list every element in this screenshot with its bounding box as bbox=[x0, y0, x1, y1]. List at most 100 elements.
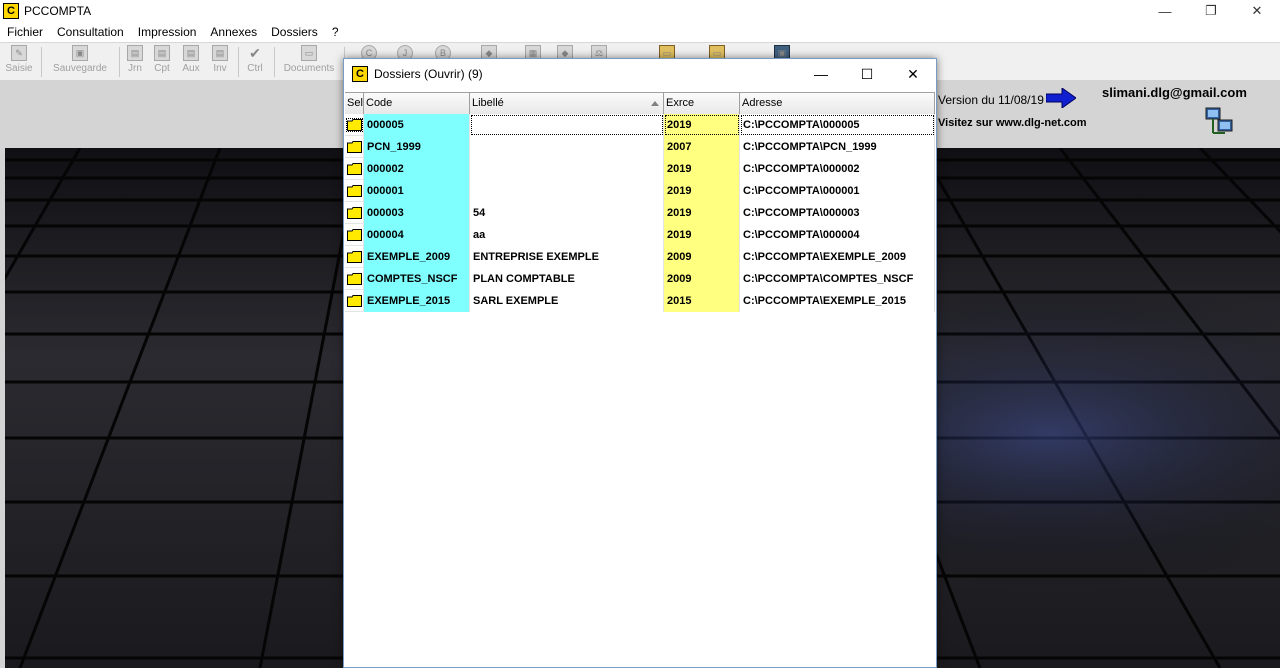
dialog-maximize-button[interactable]: ☐ bbox=[844, 59, 890, 89]
row-libelle bbox=[470, 114, 664, 136]
folder-icon bbox=[347, 141, 362, 153]
dialog-minimize-button[interactable]: — bbox=[798, 59, 844, 89]
row-adresse: C:\PCCOMPTA\COMPTES_NSCF bbox=[740, 268, 935, 290]
main-title-bar: C PCCOMPTA — ❐ ✕ bbox=[0, 0, 1280, 22]
toolbar-aux-label: Aux bbox=[182, 63, 200, 74]
menu-fichier[interactable]: Fichier bbox=[0, 25, 50, 39]
row-adresse: C:\PCCOMPTA\PCN_1999 bbox=[740, 136, 935, 158]
account-icon: ▤ bbox=[154, 45, 170, 61]
col-header-libelle[interactable]: Libellé bbox=[470, 93, 664, 114]
menu-impression[interactable]: Impression bbox=[131, 25, 204, 39]
toolbar-jrn-button[interactable]: ▤ Jrn bbox=[124, 45, 146, 79]
row-select-cell[interactable] bbox=[345, 290, 364, 312]
row-select-cell[interactable] bbox=[345, 246, 364, 268]
auxiliary-icon: ▤ bbox=[183, 45, 199, 61]
col-header-adresse[interactable]: Adresse bbox=[740, 93, 935, 114]
table-row[interactable]: 000003 54 2019 C:\PCCOMPTA\000003 bbox=[345, 202, 935, 224]
row-code: PCN_1999 bbox=[364, 136, 470, 158]
close-button[interactable]: ✕ bbox=[1234, 0, 1280, 22]
toolbar-ctrl-label: Ctrl bbox=[247, 63, 263, 74]
folder-icon bbox=[347, 295, 362, 307]
maximize-button[interactable]: ❐ bbox=[1188, 0, 1234, 22]
row-select-cell[interactable] bbox=[345, 202, 364, 224]
row-exerc: 2019 bbox=[664, 180, 740, 202]
row-libelle bbox=[470, 158, 664, 180]
app-icon: C bbox=[3, 3, 19, 19]
table-row[interactable]: EXEMPLE_2015 SARL EXEMPLE 2015 C:\PCCOMP… bbox=[345, 290, 935, 312]
table-row[interactable]: EXEMPLE_2009 ENTREPRISE EXEMPLE 2009 C:\… bbox=[345, 246, 935, 268]
table-row[interactable]: 000005 2019 C:\PCCOMPTA\000005 bbox=[345, 114, 935, 136]
folder-icon bbox=[347, 207, 362, 219]
row-code: EXEMPLE_2015 bbox=[364, 290, 470, 312]
email-link[interactable]: slimani.dlg@gmail.com bbox=[1102, 85, 1247, 100]
toolbar-cpt-button[interactable]: ▤ Cpt bbox=[151, 45, 173, 79]
menu-annexes[interactable]: Annexes bbox=[203, 25, 264, 39]
toolbar-saisie-button[interactable]: ✎ Saisie bbox=[4, 45, 34, 79]
row-select-cell[interactable] bbox=[345, 268, 364, 290]
menu-dossiers[interactable]: Dossiers bbox=[264, 25, 325, 39]
app-title: PCCOMPTA bbox=[24, 4, 92, 18]
table-row[interactable]: PCN_1999 2007 C:\PCCOMPTA\PCN_1999 bbox=[345, 136, 935, 158]
toolbar-sauvegarde-label: Sauvegarde bbox=[53, 63, 107, 74]
table-row[interactable]: 000002 2019 C:\PCCOMPTA\000002 bbox=[345, 158, 935, 180]
folder-icon bbox=[347, 185, 362, 197]
row-exerc: 2019 bbox=[664, 158, 740, 180]
desktop-left-edge bbox=[0, 148, 5, 668]
toolbar-inv-label: Inv bbox=[213, 63, 227, 74]
toolbar-saisie-label: Saisie bbox=[5, 63, 33, 74]
row-libelle: aa bbox=[470, 224, 664, 246]
check-icon: ✔ bbox=[249, 44, 261, 61]
table-row[interactable]: 000001 2019 C:\PCCOMPTA\000001 bbox=[345, 180, 935, 202]
row-libelle bbox=[470, 136, 664, 158]
network-computers-icon[interactable] bbox=[1204, 106, 1236, 136]
minimize-button[interactable]: — bbox=[1142, 0, 1188, 22]
grid-header: Sel Code Libellé Exrce Adresse bbox=[345, 92, 935, 114]
arrow-right-icon[interactable] bbox=[1046, 88, 1076, 108]
row-select-cell[interactable] bbox=[345, 136, 364, 158]
row-select-cell[interactable] bbox=[345, 114, 364, 136]
menu-bar: Fichier Consultation Impression Annexes … bbox=[0, 22, 1280, 42]
toolbar-documents-button[interactable]: ▭ Documents bbox=[280, 45, 338, 79]
dialog-title-bar: C Dossiers (Ouvrir) (9) — ☐ ✕ bbox=[344, 59, 936, 89]
row-exerc: 2009 bbox=[664, 246, 740, 268]
row-select-cell[interactable] bbox=[345, 180, 364, 202]
row-code: 000003 bbox=[364, 202, 470, 224]
dialog-title: Dossiers (Ouvrir) (9) bbox=[374, 67, 483, 81]
table-row[interactable]: COMPTES_NSCF PLAN COMPTABLE 2009 C:\PCCO… bbox=[345, 268, 935, 290]
toolbar-jrn-label: Jrn bbox=[128, 63, 142, 74]
col-header-sel[interactable]: Sel bbox=[345, 93, 364, 114]
toolbar-inv-button[interactable]: ▤ Inv bbox=[208, 45, 232, 79]
row-adresse: C:\PCCOMPTA\000005 bbox=[740, 114, 935, 136]
dossiers-grid: Sel Code Libellé Exrce Adresse 000005 20… bbox=[345, 92, 935, 312]
menu-consultation[interactable]: Consultation bbox=[50, 25, 131, 39]
window-controls: — ❐ ✕ bbox=[1142, 0, 1280, 22]
row-exerc: 2009 bbox=[664, 268, 740, 290]
toolbar-ctrl-button[interactable]: ✔ Ctrl bbox=[243, 45, 267, 79]
col-header-exerc[interactable]: Exrce bbox=[664, 93, 740, 114]
menu-help[interactable]: ? bbox=[325, 25, 346, 39]
col-header-libelle-label: Libellé bbox=[472, 97, 504, 109]
documents-icon: ▭ bbox=[301, 45, 317, 61]
row-exerc: 2019 bbox=[664, 114, 740, 136]
table-row[interactable]: 000004 aa 2019 C:\PCCOMPTA\000004 bbox=[345, 224, 935, 246]
row-code: COMPTES_NSCF bbox=[364, 268, 470, 290]
inventory-icon: ▤ bbox=[212, 45, 228, 61]
toolbar-cpt-label: Cpt bbox=[154, 63, 170, 74]
row-libelle: SARL EXEMPLE bbox=[470, 290, 664, 312]
dialog-window-controls: — ☐ ✕ bbox=[798, 59, 936, 89]
dialog-close-button[interactable]: ✕ bbox=[890, 59, 936, 89]
version-text: Version du 11/08/19 bbox=[938, 93, 1044, 107]
row-adresse: C:\PCCOMPTA\000003 bbox=[740, 202, 935, 224]
toolbar-sauvegarde-button[interactable]: ▣ Sauvegarde bbox=[48, 45, 112, 79]
save-icon: ▣ bbox=[72, 45, 88, 61]
row-select-cell[interactable] bbox=[345, 224, 364, 246]
site-link[interactable]: Visitez sur www.dlg-net.com bbox=[938, 117, 1087, 129]
col-header-code[interactable]: Code bbox=[364, 93, 470, 114]
row-exerc: 2019 bbox=[664, 224, 740, 246]
row-exerc: 2015 bbox=[664, 290, 740, 312]
toolbar-aux-button[interactable]: ▤ Aux bbox=[179, 45, 203, 79]
row-select-cell[interactable] bbox=[345, 158, 364, 180]
row-exerc: 2019 bbox=[664, 202, 740, 224]
sort-ascending-icon bbox=[651, 101, 659, 106]
folder-icon bbox=[347, 229, 362, 241]
